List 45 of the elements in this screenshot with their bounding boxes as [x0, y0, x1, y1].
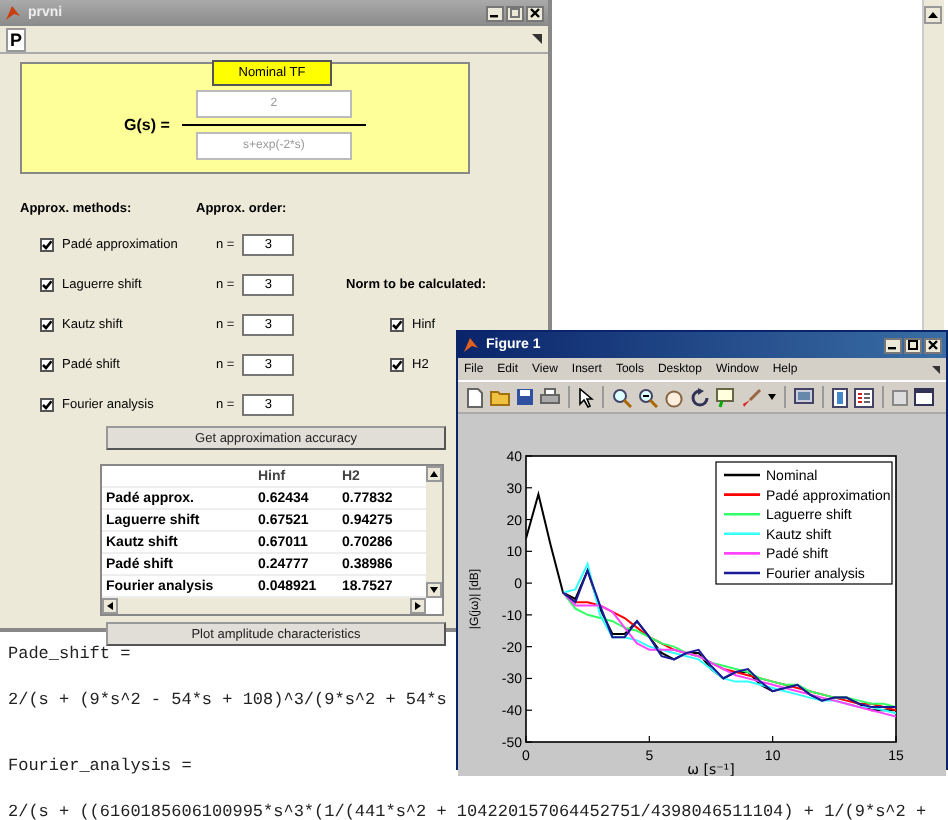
checkbox[interactable] — [40, 277, 54, 291]
command-output-line: Pade_shift = — [8, 644, 131, 667]
pointer-icon[interactable] — [578, 387, 594, 407]
command-output-line: Fourier_analysis = — [8, 756, 192, 780]
zoom-in-icon[interactable] — [612, 387, 632, 407]
data-cursor-icon[interactable] — [716, 387, 736, 407]
zoom-out-icon[interactable] — [638, 387, 658, 407]
scrollbar[interactable] — [102, 598, 426, 614]
legend-icon[interactable] — [854, 387, 874, 407]
app-icon — [4, 4, 22, 22]
scrollbar[interactable] — [426, 466, 442, 598]
minimize-button[interactable] — [884, 337, 902, 353]
scroll-left-icon[interactable] — [102, 598, 118, 614]
equation-label: G(s) = — [124, 115, 170, 133]
checkbox[interactable] — [40, 317, 54, 331]
close-icon — [530, 8, 540, 18]
command-output-line: 2/(s + ((6160185606100995*s^3*(1/(441*s^2 + 104220157064452751/4398046511104) + 1/(9*s^2 + — [8, 802, 927, 820]
maximize-button[interactable] — [904, 337, 922, 353]
close-button[interactable] — [924, 337, 942, 353]
scroll-right-icon[interactable] — [410, 598, 426, 614]
scrollbar[interactable] — [922, 0, 944, 330]
checkbox[interactable] — [40, 357, 54, 371]
printer-icon[interactable] — [540, 388, 560, 406]
save-icon[interactable] — [516, 388, 534, 406]
checkbox[interactable] — [390, 357, 404, 371]
app-icon — [462, 336, 480, 354]
command-output-line: 2/(s + (9*s^2 - 54*s + 108)^3/(9*s^2 + 54*s — [8, 689, 447, 712]
maximize-icon — [908, 340, 918, 350]
colorbar-icon[interactable] — [832, 387, 848, 407]
scroll-up-icon[interactable] — [924, 6, 942, 24]
scroll-down-icon[interactable] — [426, 582, 442, 598]
dock-icon[interactable] — [932, 365, 940, 373]
toolbar-button[interactable]: P — [6, 27, 27, 51]
checkbox[interactable] — [40, 397, 54, 411]
hide-tools-icon[interactable] — [892, 389, 908, 405]
checkbox[interactable] — [390, 317, 404, 331]
window-icon[interactable] — [914, 388, 934, 406]
rotate-icon[interactable] — [690, 387, 710, 407]
maximize-icon — [510, 8, 520, 18]
caret-icon[interactable] — [768, 394, 776, 400]
checkbox[interactable] — [40, 237, 54, 251]
new-file-icon[interactable] — [466, 387, 484, 407]
dock-icon[interactable] — [532, 34, 542, 44]
scroll-up-icon[interactable] — [426, 466, 442, 482]
close-icon — [928, 340, 938, 350]
